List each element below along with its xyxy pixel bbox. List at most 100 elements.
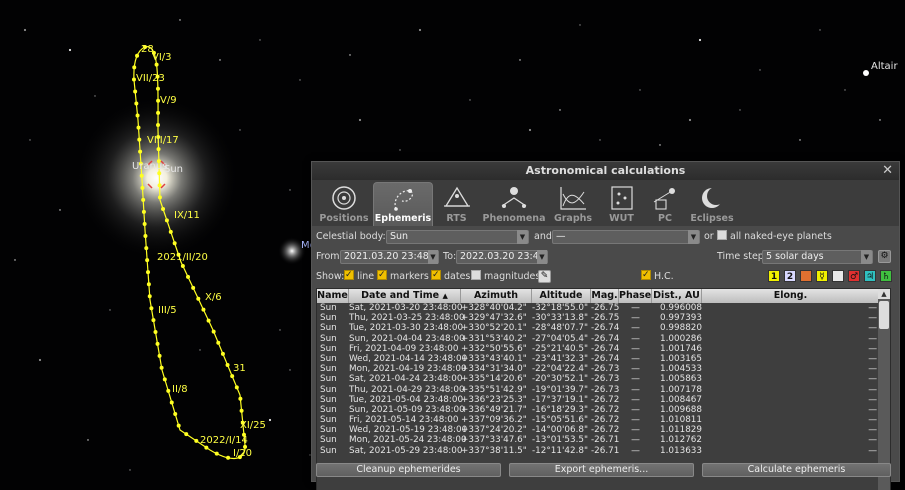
scroll-thumb[interactable]	[879, 301, 889, 329]
magnitudes-checkbox[interactable]: magnitudes	[471, 269, 540, 285]
table-row[interactable]: Sun Sun, 2021-05-09 23:48:00 +336°49'21.7"…	[317, 405, 878, 415]
ephemeris-icon	[394, 189, 414, 211]
table-cell: —	[868, 404, 877, 415]
color-marker-button[interactable]: ♃	[864, 270, 876, 282]
tab-rts[interactable]: RTS	[434, 182, 479, 226]
table-row[interactable]: Sun Sat, 2021-04-24 23:48:00 +335°14'20.6"…	[317, 374, 878, 384]
column-header[interactable]: Altitude	[532, 289, 591, 303]
column-header[interactable]: Date and Time ▲	[349, 289, 461, 303]
tab-eclipses[interactable]: Eclipses	[686, 182, 738, 226]
table-cell: +337°38'11.5"	[461, 445, 527, 456]
from-date-input[interactable]: 2021.03.20 23:48 ▼	[340, 250, 439, 264]
table-cell: -28°48'07.7"	[532, 323, 589, 334]
table-cell: Sun	[320, 425, 337, 436]
analemma-marker	[230, 374, 235, 379]
table-cell: -26.74	[591, 353, 620, 364]
table-cell: 1.007178	[660, 384, 702, 395]
table-cell: 0.996008	[660, 303, 702, 313]
table-cell: Tue, 2021-05-04 23:48:00	[349, 394, 464, 405]
line-checkbox[interactable]: line	[344, 267, 374, 285]
table-row[interactable]: Sun Sat, 2021-05-29 23:48:00 +337°38'11.5"…	[317, 446, 878, 456]
analemma-marker	[151, 318, 156, 323]
tab-graphs[interactable]: Graphs	[548, 182, 598, 226]
astronomical-calculations-window[interactable]: Astronomical calculations ✕ Positions Ep…	[311, 161, 900, 490]
settings-icon: ⚙	[880, 251, 889, 261]
table-row[interactable]: Sun Thu, 2021-03-25 23:48:00 +329°47'32.6"…	[317, 313, 878, 323]
dates-checkbox[interactable]: dates	[431, 267, 470, 285]
and-label: and	[534, 231, 552, 242]
tab-ephemeris[interactable]: Ephemeris	[373, 182, 433, 226]
tab-positions[interactable]: Positions	[315, 182, 373, 226]
column-header[interactable]: Name	[317, 289, 349, 303]
analemma-marker	[156, 110, 161, 115]
analemma-marker	[146, 270, 151, 275]
column-header[interactable]: Elong.	[702, 289, 880, 303]
tab-wut[interactable]: WUT	[599, 182, 644, 226]
color-marker-button[interactable]: 1	[768, 270, 780, 282]
all-planets-checkbox[interactable]: all naked-eye planets	[717, 229, 832, 245]
tab-pc[interactable]: PC	[645, 182, 685, 226]
table-row[interactable]: Sun Sat, 2021-03-20 23:48:00 +328°40'04.2"…	[317, 303, 878, 313]
color-marker-button[interactable]: ♄	[880, 270, 892, 282]
table-cell: —	[868, 303, 877, 313]
export-ephemeris-button[interactable]: Export ephemeris...	[509, 463, 694, 477]
table-cell: -16°18'29.3"	[532, 404, 589, 415]
star	[659, 144, 661, 146]
color-marker-button[interactable]: 2	[784, 270, 796, 282]
table-row[interactable]: Sun Fri, 2021-05-14 23:48:00 +337°09'36.2"…	[317, 415, 878, 425]
table-row[interactable]: Sun Fri, 2021-04-09 23:48:00 +332°50'55.6"…	[317, 344, 878, 354]
analemma-marker	[144, 246, 149, 251]
calculate-ephemeris-button[interactable]: Calculate ephemeris	[702, 463, 891, 477]
to-date-input[interactable]: 2022.03.20 23:48 ▼	[456, 250, 548, 264]
column-header[interactable]: Phase	[619, 289, 652, 303]
table-header: Name Date and Time ▲ Azimuth Altitude Ma…	[317, 289, 880, 303]
table-row[interactable]: Sun Tue, 2021-03-30 23:48:00 +330°52'20.1"…	[317, 323, 878, 333]
color-marker-button[interactable]	[832, 270, 844, 282]
ephemeris-table[interactable]: Name Date and Time ▲ Azimuth Altitude Ma…	[316, 288, 891, 490]
analemma-marker	[155, 86, 160, 91]
hc-checkbox[interactable]: H.C.	[641, 267, 674, 285]
markers-checkbox[interactable]: markers	[377, 267, 429, 285]
table-cell: -26.72	[591, 394, 620, 405]
color-marker-button[interactable]: ☿	[816, 270, 828, 282]
table-cell: +329°47'32.6"	[461, 313, 527, 324]
magnitudes-tool-button[interactable]: ✎	[538, 270, 551, 283]
star	[879, 119, 881, 121]
column-header[interactable]: Azimuth	[461, 289, 532, 303]
table-cell: 1.009688	[660, 404, 702, 415]
table-row[interactable]: Sun Wed, 2021-05-19 23:48:00 +337°24'20.2"…	[317, 425, 878, 435]
color-marker-button[interactable]: ♂	[848, 270, 860, 282]
rts-icon	[443, 186, 470, 207]
star	[358, 118, 362, 122]
table-cell: -17°37'19.1"	[532, 394, 589, 405]
window-titlebar[interactable]: Astronomical calculations ✕	[312, 162, 899, 180]
tab-label: Ephemeris	[374, 213, 432, 224]
table-cell: -22°04'22.4"	[532, 364, 589, 375]
table-cell: —	[631, 333, 640, 344]
scroll-up-icon[interactable]: ▲	[878, 289, 890, 299]
checkbox-icon	[377, 267, 387, 283]
cleanup-ephemerides-button[interactable]: Cleanup ephemerides	[316, 463, 501, 477]
tab-phenomena[interactable]: Phenomena	[480, 182, 548, 226]
analemma-marker	[173, 412, 178, 417]
table-row[interactable]: Sun Tue, 2021-05-04 23:48:00 +336°23'25.3"…	[317, 395, 878, 405]
analemma-marker	[162, 377, 167, 382]
table-row[interactable]: Sun Wed, 2021-04-14 23:48:00 +333°43'40.1"…	[317, 354, 878, 364]
to-date-value: 2022.03.20 23:48	[460, 251, 545, 262]
table-row[interactable]: Sun Mon, 2021-05-24 23:48:00 +337°33'47.6"…	[317, 435, 878, 445]
table-row[interactable]: Sun Mon, 2021-04-19 23:48:00 +334°31'34.0"…	[317, 364, 878, 374]
celestial-body-select[interactable]: Sun ▼	[386, 230, 529, 244]
table-row[interactable]: Sun Thu, 2021-04-29 23:48:00 +335°51'42.9"…	[317, 385, 878, 395]
timestep-select[interactable]: 5 solar days ▼	[762, 250, 873, 264]
table-row[interactable]: Sun Sun, 2021-04-04 23:48:00 +331°53'40.2"…	[317, 334, 878, 344]
star	[819, 29, 821, 31]
column-header[interactable]: Mag.	[591, 289, 619, 303]
timestep-settings-button[interactable]: ⚙	[878, 250, 891, 263]
star	[469, 99, 471, 101]
color-marker-button[interactable]	[800, 270, 812, 282]
table-scrollbar[interactable]: ▲ ▼	[878, 289, 890, 490]
checkbox-icon	[717, 230, 727, 240]
column-header[interactable]: Dist., AU	[652, 289, 702, 303]
close-icon[interactable]: ✕	[882, 162, 893, 180]
second-body-select[interactable]: — ▼	[552, 230, 700, 244]
